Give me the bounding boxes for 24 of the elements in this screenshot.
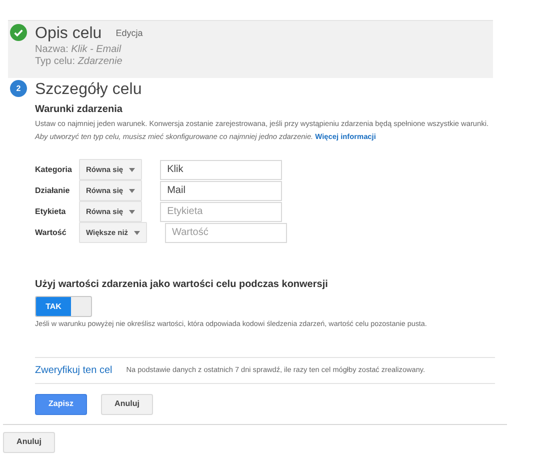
step-title: Szczegóły celu — [35, 80, 142, 100]
condition-label: Etykieta — [35, 206, 67, 218]
value-toggle[interactable]: TAK — [35, 296, 92, 317]
section-heading: Warunki zdarzenia — [35, 103, 124, 117]
condition-label: Kategoria — [35, 164, 73, 176]
caret-icon — [129, 168, 136, 172]
verify-link[interactable]: Zweryfikuj ten cel — [35, 362, 112, 378]
value-field[interactable]: Wartość — [165, 222, 288, 242]
cancel-button[interactable]: Anuluj — [3, 432, 55, 453]
cancel-button[interactable]: Anuluj — [101, 394, 153, 415]
value-field[interactable]: Etykieta — [160, 202, 282, 222]
caret-icon — [134, 230, 140, 234]
step-title: Opis celu — [35, 24, 102, 44]
edit-link[interactable]: Edycja — [116, 27, 143, 41]
detail-text: Nazwa: Klik - Email — [35, 44, 122, 56]
caret-icon — [129, 210, 136, 214]
detail-text: Typ celu: Zdarzenie — [35, 56, 124, 68]
toggle-label: Użyj wartości zdarzenia jako wartości celu podczas konwersji — [35, 278, 329, 292]
condition-label: Wartość — [35, 226, 68, 238]
caret-icon — [129, 188, 136, 192]
value-field[interactable]: Mail — [160, 180, 282, 200]
condition-label: Działanie — [35, 184, 71, 196]
value-field[interactable]: Klik — [160, 160, 282, 180]
step-number: 2 — [10, 80, 27, 97]
